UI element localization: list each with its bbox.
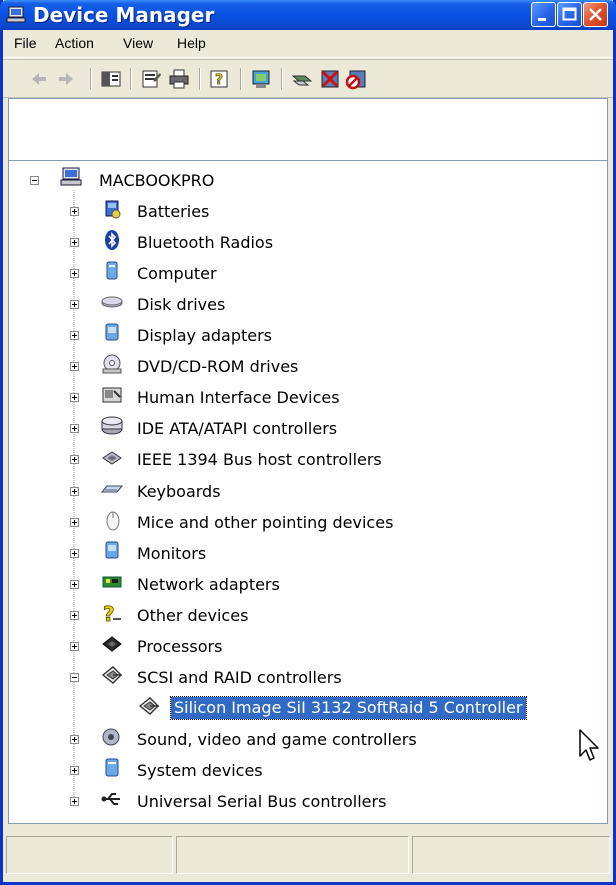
expand-toggle[interactable] bbox=[70, 580, 79, 589]
display-adapter-icon bbox=[105, 323, 119, 341]
computer-icon bbox=[106, 261, 118, 280]
expand-toggle[interactable] bbox=[70, 362, 79, 371]
tree-item-label: SCSI and RAID controllers bbox=[137, 668, 342, 687]
expand-toggle[interactable] bbox=[70, 487, 79, 496]
tree-item-label: Bluetooth Radios bbox=[137, 233, 274, 252]
unknown-device-icon: ? bbox=[103, 602, 121, 624]
status-cell-2 bbox=[176, 836, 409, 874]
disk-drive-icon bbox=[101, 296, 123, 308]
tree-item-label: Sound, video and game controllers bbox=[137, 730, 417, 749]
expand-toggle[interactable] bbox=[70, 331, 79, 340]
root-collapse-toggle[interactable] bbox=[30, 176, 39, 185]
status-cell-3 bbox=[412, 836, 610, 874]
dvd-drive-icon bbox=[102, 354, 122, 374]
mouse-icon bbox=[106, 511, 120, 531]
expand-toggle[interactable] bbox=[70, 549, 79, 558]
tree-item-label: Universal Serial Bus controllers bbox=[137, 792, 387, 811]
system-device-icon bbox=[105, 758, 119, 777]
tree-item-label: Mice and other pointing devices bbox=[137, 513, 394, 532]
scsi-controller-icon bbox=[101, 666, 122, 684]
status-bar bbox=[3, 830, 613, 882]
network-adapter-icon bbox=[102, 576, 122, 588]
expand-toggle[interactable] bbox=[70, 207, 79, 216]
tree-item-label: Human Interface Devices bbox=[137, 388, 340, 407]
tree-item-label: System devices bbox=[137, 761, 263, 780]
tree-item-label: Other devices bbox=[137, 606, 249, 625]
tree-item-label: Monitors bbox=[137, 544, 207, 563]
tree-item-label: DVD/CD-ROM drives bbox=[137, 357, 299, 376]
expand-toggle[interactable] bbox=[70, 269, 79, 278]
tree-root-label: MACBOOKPRO bbox=[99, 171, 215, 190]
tree-lines bbox=[73, 190, 75, 803]
expand-toggle[interactable] bbox=[70, 735, 79, 744]
expand-toggle[interactable] bbox=[70, 393, 79, 402]
keyboard-icon bbox=[101, 485, 123, 493]
expand-toggle[interactable] bbox=[70, 455, 79, 464]
expand-toggle[interactable] bbox=[70, 238, 79, 247]
expand-toggle[interactable] bbox=[70, 766, 79, 775]
collapse-toggle[interactable] bbox=[70, 673, 79, 682]
tree-item-label: Batteries bbox=[137, 202, 210, 221]
svg-text:?: ? bbox=[103, 602, 115, 624]
expand-toggle[interactable] bbox=[70, 642, 79, 651]
tree-item-label: Disk drives bbox=[137, 295, 226, 314]
processor-icon bbox=[102, 636, 122, 652]
battery-icon bbox=[105, 200, 121, 219]
tree-item-label: Display adapters bbox=[137, 326, 273, 345]
tree-item-label: Keyboards bbox=[137, 482, 221, 501]
expand-toggle[interactable] bbox=[70, 424, 79, 433]
expand-toggle[interactable] bbox=[70, 518, 79, 527]
ide-controller-icon bbox=[101, 416, 123, 435]
usb-icon bbox=[101, 793, 120, 805]
expand-toggle[interactable] bbox=[70, 611, 79, 620]
tree-item-label: Processors bbox=[137, 637, 223, 656]
tree-item-label: IDE ATA/ATAPI controllers bbox=[137, 419, 338, 438]
selected-device-label: Silicon Image SiI 3132 SoftRaid 5 Contro… bbox=[170, 696, 527, 720]
device-manager-window: Device Manager File Action View Help ? M… bbox=[0, 0, 616, 885]
tree-item-label: Network adapters bbox=[137, 575, 280, 594]
status-cell-1 bbox=[6, 836, 173, 874]
hid-icon bbox=[102, 387, 122, 403]
scsi-controller-icon bbox=[138, 697, 159, 715]
expand-toggle[interactable] bbox=[70, 797, 79, 806]
tree-item-label: Computer bbox=[137, 264, 217, 283]
computer-root-icon bbox=[60, 167, 82, 186]
bluetooth-icon bbox=[105, 230, 119, 250]
mouse-cursor-icon bbox=[579, 729, 599, 761]
sound-icon bbox=[102, 728, 120, 746]
firewire-icon bbox=[102, 451, 122, 465]
tree-item-label: IEEE 1394 Bus host controllers bbox=[137, 450, 382, 469]
monitor-icon bbox=[105, 541, 119, 559]
expand-toggle[interactable] bbox=[70, 300, 79, 309]
